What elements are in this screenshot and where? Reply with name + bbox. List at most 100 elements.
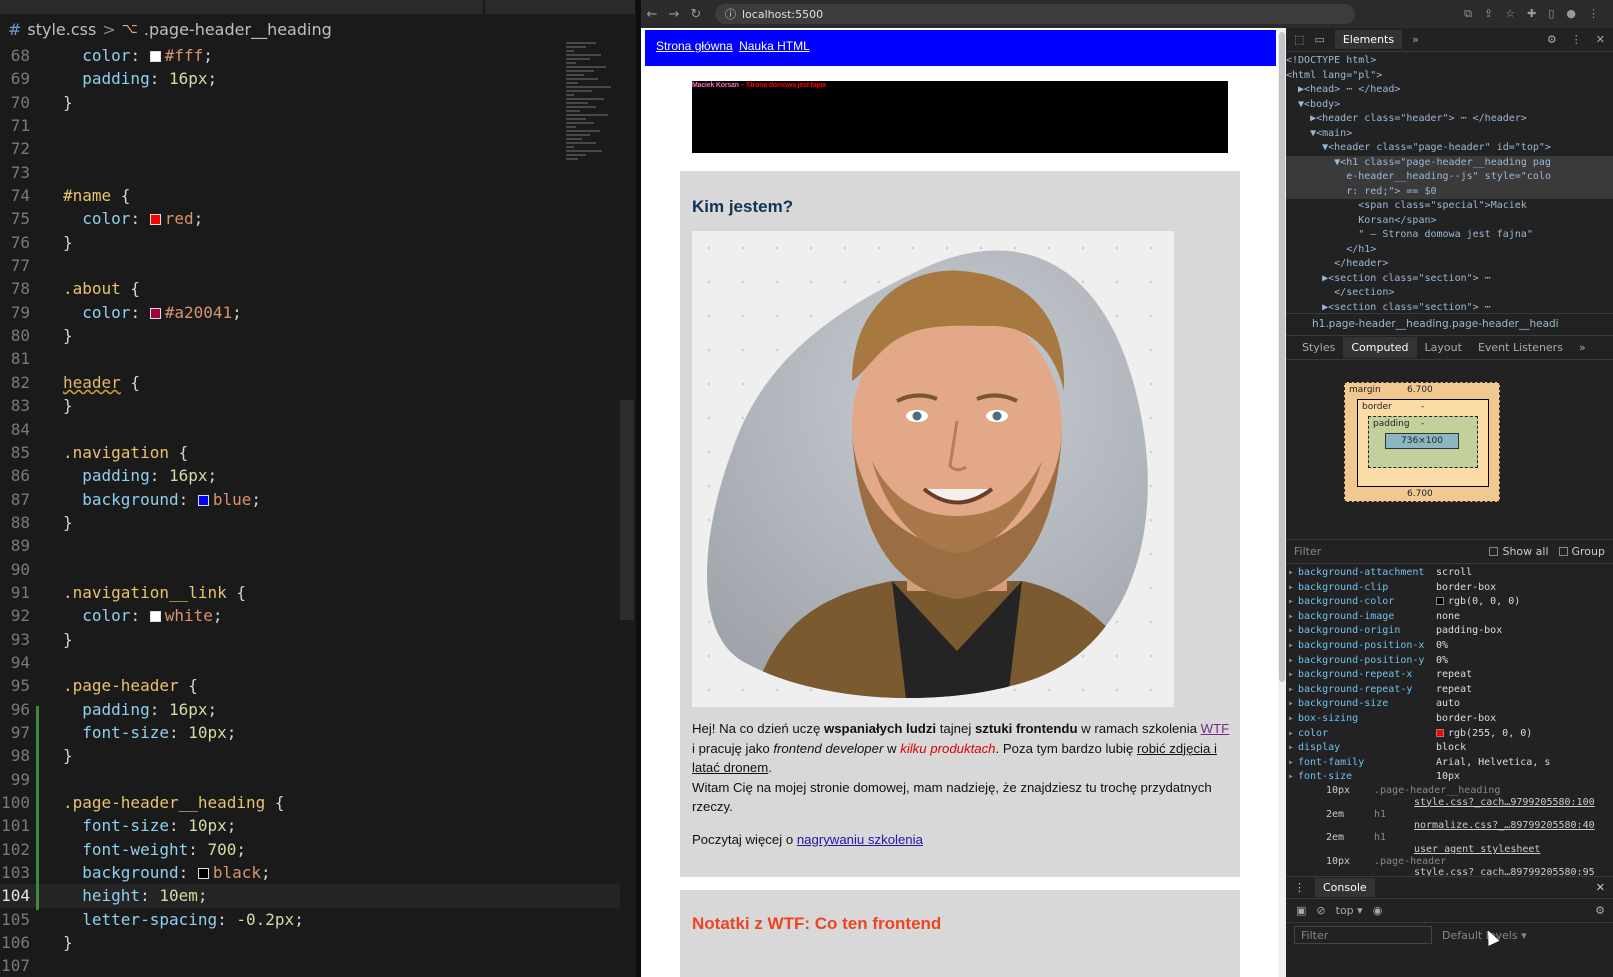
trace-link[interactable]: style.css?_cach…9799205580:100 <box>1326 797 1595 808</box>
dom-tree[interactable]: <!DOCTYPE html> <html lang="pl"> ▶<head> … <box>1286 52 1613 314</box>
read-more-link[interactable]: nagrywaniu szkolenia <box>797 832 923 847</box>
breadcrumb-file[interactable]: style.css <box>27 20 96 39</box>
code-line[interactable]: 80} <box>0 324 620 347</box>
eye-icon[interactable]: ◉ <box>1373 904 1383 917</box>
computed-property[interactable]: background-attachmentscroll <box>1286 566 1613 581</box>
back-icon[interactable]: ← <box>641 7 663 22</box>
code-line[interactable]: 89 <box>0 534 620 557</box>
console-filter-input[interactable]: Filter <box>1294 926 1432 944</box>
code-line[interactable]: 106} <box>0 931 620 954</box>
computed-property[interactable]: background-clipborder-box <box>1286 581 1613 596</box>
info-icon[interactable]: ⓘ <box>725 6 736 22</box>
code-line[interactable]: 100 .page-header__heading { <box>0 791 620 814</box>
extensions-icon[interactable]: ✚ <box>1527 7 1536 21</box>
tab-event-listeners[interactable]: Event Listeners <box>1470 337 1571 358</box>
computed-property[interactable]: background-position-x0% <box>1286 639 1613 654</box>
code-line[interactable]: 84 <box>0 418 620 441</box>
tab-console[interactable]: Console <box>1315 878 1375 897</box>
address-bar[interactable]: ⓘ localhost:5500 <box>715 4 1355 24</box>
trace-source[interactable]: normalize.css?_…89799205580:40 <box>1286 820 1613 832</box>
code-line[interactable]: 95 .page-header { <box>0 674 620 697</box>
dom-node[interactable]: <html lang="pl"> <box>1286 69 1613 84</box>
code-line[interactable]: 102 font-weight: 700; <box>0 838 620 861</box>
code-line[interactable]: 71 <box>0 114 620 137</box>
code-line[interactable]: 75 color: red; <box>0 207 620 230</box>
nav-link-home[interactable]: Strona główna <box>656 39 733 53</box>
dom-node[interactable]: ▼<header class="page-header" id="top"> <box>1286 141 1613 156</box>
code-line[interactable]: 73 <box>0 161 620 184</box>
code-line[interactable]: 74 #name { <box>0 184 620 207</box>
sidebar-icon[interactable]: ▯ <box>1548 7 1554 21</box>
code-line[interactable]: 68 color: #fff; <box>0 44 620 67</box>
page-scroll-thumb[interactable] <box>1279 32 1285 682</box>
code-line[interactable]: 93} <box>0 628 620 651</box>
code-line[interactable]: 87 background: blue; <box>0 488 620 511</box>
minimap[interactable] <box>566 40 621 250</box>
code-line[interactable]: 90 <box>0 558 620 581</box>
sidebar-toggle-icon[interactable]: ▣ <box>1296 904 1306 917</box>
color-swatch[interactable] <box>1436 728 1444 737</box>
share-icon[interactable]: ⇪ <box>1484 7 1493 21</box>
trace-link[interactable]: normalize.css?_…89799205580:40 <box>1326 820 1595 831</box>
dom-node[interactable]: " – Strona domowa jest fajna" <box>1286 228 1613 243</box>
color-swatch[interactable] <box>197 494 209 506</box>
code-line[interactable]: 94 <box>0 651 620 674</box>
computed-property[interactable]: background-sizeauto <box>1286 697 1613 712</box>
star-icon[interactable]: ☆ <box>1505 7 1515 21</box>
group-checkbox[interactable]: Group <box>1558 545 1605 558</box>
code-line[interactable]: 72 <box>0 137 620 160</box>
dom-node[interactable]: ▼<main> <box>1286 127 1613 142</box>
dom-node[interactable]: ▶<section class="section"> ⋯ <box>1286 272 1613 287</box>
dom-node[interactable]: ▼<h1 class="page-header__heading pag <box>1286 155 1613 170</box>
code-line[interactable]: 86 padding: 16px; <box>0 464 620 487</box>
device-toggle-icon[interactable]: ▭ <box>1314 33 1324 46</box>
color-swatch[interactable] <box>149 611 161 623</box>
code-line[interactable]: 105 letter-spacing: -0.2px; <box>0 908 620 931</box>
menu-icon[interactable]: ⋮ <box>1588 7 1599 21</box>
code-line[interactable]: 104 height: 10em; <box>0 884 620 908</box>
code-line[interactable]: 82 header { <box>0 371 620 394</box>
code-line[interactable]: 92 color: white; <box>0 604 620 627</box>
dom-node[interactable]: ▶<section class="section"> ⋯ <box>1286 301 1613 314</box>
breadcrumb-symbol[interactable]: .page-header__heading <box>144 20 332 39</box>
console-settings-icon[interactable]: ⚙ <box>1595 904 1613 917</box>
code-line[interactable]: 77 <box>0 254 620 277</box>
nav-link-html[interactable]: Nauka HTML <box>739 39 810 53</box>
forward-icon[interactable]: → <box>663 7 685 22</box>
tab-layout[interactable]: Layout <box>1417 337 1470 358</box>
tab-computed[interactable]: Computed <box>1343 337 1417 358</box>
kebab-menu-icon[interactable]: ⋮ <box>1571 33 1582 46</box>
code-line[interactable]: 79 color: #a20041; <box>0 301 620 324</box>
computed-property[interactable]: displayblock <box>1286 741 1613 756</box>
tab-styles[interactable]: Styles <box>1294 337 1343 358</box>
code-line[interactable]: 101 font-size: 10px; <box>0 814 620 837</box>
computed-property[interactable]: background-position-y0% <box>1286 654 1613 669</box>
drawer-menu-icon[interactable]: ⋮ <box>1294 881 1305 894</box>
code-area[interactable]: 68 color: #fff; 69 padding: 16px; 70} 71 72 7… <box>0 44 620 977</box>
code-line[interactable]: 97 font-size: 10px; <box>0 721 620 744</box>
computed-property[interactable]: background-repeat-yrepeat <box>1286 683 1613 698</box>
trace-link[interactable]: user agent stylesheet <box>1326 844 1540 855</box>
property-trace[interactable]: 2em h1 <box>1286 832 1613 844</box>
property-trace[interactable]: 10px .page-header <box>1286 856 1613 868</box>
color-swatch[interactable] <box>1436 597 1444 606</box>
computed-property[interactable]: background-originpadding-box <box>1286 624 1613 639</box>
dom-node[interactable]: </h1> <box>1286 243 1613 258</box>
computed-property[interactable]: background-repeat-xrepeat <box>1286 668 1613 683</box>
editor-scrollbar[interactable] <box>620 400 634 620</box>
close-drawer-icon[interactable]: ✕ <box>1596 881 1613 894</box>
editor-tab[interactable] <box>0 0 484 14</box>
code-line[interactable]: 98} <box>0 744 620 767</box>
editor-tab[interactable] <box>486 0 636 14</box>
dom-node[interactable]: ▶<header class="header"> ⋯ </header> <box>1286 112 1613 127</box>
computed-property[interactable]: background-imagenone <box>1286 610 1613 625</box>
code-line[interactable]: 107 <box>0 954 620 977</box>
profile-icon[interactable]: ● <box>1566 7 1576 21</box>
trace-source[interactable]: style.css?_cach…9799205580:100 <box>1286 797 1613 809</box>
code-line[interactable]: 83} <box>0 394 620 417</box>
code-line[interactable]: 103 background: black; <box>0 861 620 884</box>
color-swatch[interactable] <box>149 51 161 62</box>
dom-node[interactable]: ▶<head> ⋯ </head> <box>1286 83 1613 98</box>
code-line[interactable]: 70} <box>0 91 620 114</box>
code-editor[interactable]: # style.css > ⌥ .page-header__heading 68… <box>0 0 640 977</box>
